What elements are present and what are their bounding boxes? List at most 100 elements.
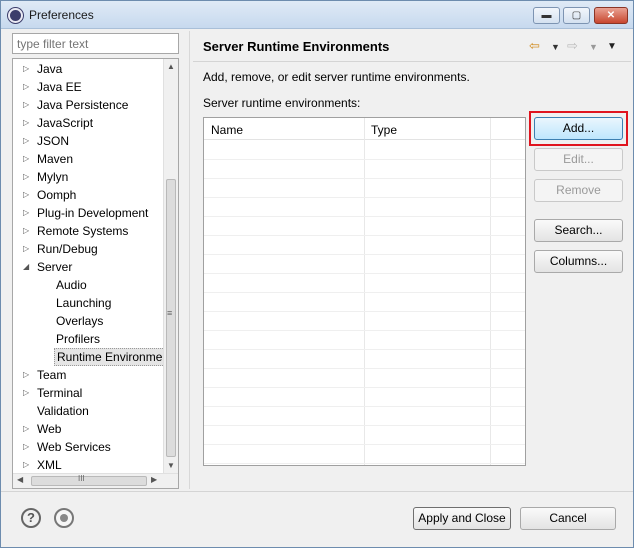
cancel-button[interactable]: Cancel (520, 507, 616, 530)
tree-item-label: Java Persistence (37, 98, 129, 112)
eclipse-icon (8, 8, 23, 23)
tree-item-label: Launching (56, 296, 112, 310)
collapsed-arrow-icon[interactable]: ▷ (23, 240, 29, 258)
tree-item-label: Maven (37, 152, 74, 166)
collapsed-arrow-icon[interactable]: ▷ (23, 384, 29, 402)
tree-item[interactable]: ▷ Oomph (13, 186, 165, 204)
table-row-line (204, 425, 525, 426)
tree-item[interactable]: ▷ Team (13, 366, 165, 384)
tree-item[interactable]: ▷ Remote Systems (13, 222, 165, 240)
tree-item[interactable]: ▷ Java EE (13, 78, 165, 96)
tree-item-label: Java (37, 62, 63, 76)
tree-item[interactable]: ▷ Java (13, 60, 165, 78)
tree-item-label: Java EE (37, 80, 82, 94)
tree-item-label: Remote Systems (37, 224, 129, 238)
tree-item[interactable]: ▷ Mylyn (13, 168, 165, 186)
scroll-up-arrow-icon[interactable]: ▲ (167, 62, 175, 71)
collapsed-arrow-icon[interactable]: ▷ (23, 132, 29, 150)
page-description: Add, remove, or edit server runtime envi… (203, 70, 470, 84)
remove-button[interactable]: Remove (534, 179, 623, 202)
grip-icon: ≡ (167, 308, 173, 318)
table-row-line (204, 311, 525, 312)
help-icon[interactable]: ? (21, 508, 41, 528)
column-header-type[interactable]: Type (371, 123, 397, 137)
scroll-left-arrow-icon[interactable]: ◀ (17, 475, 23, 484)
column-header-name[interactable]: Name (211, 123, 243, 137)
page-title: Server Runtime Environments (203, 39, 390, 54)
add-button[interactable]: Add... (534, 117, 623, 140)
runtime-table[interactable]: Name Type (203, 117, 526, 466)
collapsed-arrow-icon[interactable]: ▷ (23, 186, 29, 204)
collapsed-arrow-icon[interactable]: ▷ (23, 78, 29, 96)
scroll-down-arrow-icon[interactable]: ▼ (167, 461, 175, 470)
tree-item[interactable]: Overlays (13, 312, 165, 330)
vertical-scroll-thumb[interactable]: ≡ (166, 179, 176, 457)
tree-item-label: Runtime Environme (54, 348, 166, 366)
tree-item[interactable]: ▷ Web Services (13, 438, 165, 456)
filter-input[interactable] (12, 33, 179, 54)
tree-item-label: Profilers (56, 332, 101, 346)
collapsed-arrow-icon[interactable]: ▷ (23, 420, 29, 438)
maximize-button[interactable]: ▢ (563, 7, 590, 24)
tree-item[interactable]: Audio (13, 276, 165, 294)
collapsed-arrow-icon[interactable]: ▷ (23, 168, 29, 186)
expanded-arrow-icon[interactable]: ◢ (23, 258, 29, 276)
collapsed-arrow-icon[interactable]: ▷ (23, 456, 29, 474)
tree-item[interactable]: ▷ Java Persistence (13, 96, 165, 114)
table-row-line (204, 463, 525, 464)
tree-horizontal-scrollbar[interactable]: ◀ III ▶ (13, 473, 178, 488)
view-menu-icon[interactable]: ▼ (607, 41, 617, 52)
tree-item-label: Audio (56, 278, 87, 292)
collapsed-arrow-icon[interactable]: ▷ (23, 114, 29, 132)
tree-item-label: Terminal (37, 386, 83, 400)
tree-item[interactable]: ▷ Maven (13, 150, 165, 168)
back-history-dropdown-icon[interactable]: ▼ (551, 42, 560, 52)
tree-item[interactable]: ▷ JSON (13, 132, 165, 150)
close-button[interactable]: ✕ (594, 7, 628, 24)
forward-arrow-icon[interactable]: ⇨ (567, 38, 578, 54)
tree-item-label: Oomph (37, 188, 77, 202)
tree-item-label: JavaScript (37, 116, 94, 130)
tree-item[interactable]: Profilers (13, 330, 165, 348)
table-row-line (204, 159, 525, 160)
forward-history-dropdown-icon[interactable]: ▼ (589, 42, 598, 52)
table-row-line (204, 235, 525, 236)
collapsed-arrow-icon[interactable]: ▷ (23, 222, 29, 240)
tree-item-label: Overlays (56, 314, 104, 328)
tree-item[interactable]: ▷ Run/Debug (13, 240, 165, 258)
scroll-right-arrow-icon[interactable]: ▶ (151, 475, 157, 484)
runtime-list-label: Server runtime environments: (203, 96, 361, 110)
search-button[interactable]: Search... (534, 219, 623, 242)
collapsed-arrow-icon[interactable]: ▷ (23, 96, 29, 114)
tree-item[interactable]: ◢ Server (13, 258, 165, 276)
collapsed-arrow-icon[interactable]: ▷ (23, 204, 29, 222)
header-separator (193, 61, 631, 62)
collapsed-arrow-icon[interactable]: ▷ (23, 60, 29, 78)
table-row-line (204, 197, 525, 198)
collapsed-arrow-icon[interactable]: ▷ (23, 438, 29, 456)
table-row-line (204, 368, 525, 369)
collapsed-arrow-icon[interactable]: ▷ (23, 150, 29, 168)
back-arrow-icon[interactable]: ⇦ (529, 38, 540, 54)
tree-item[interactable]: ▷ JavaScript (13, 114, 165, 132)
oomph-record-icon[interactable] (54, 508, 74, 528)
tree-vertical-scrollbar[interactable]: ▲ ≡ ▼ (163, 59, 178, 473)
collapsed-arrow-icon[interactable]: ▷ (23, 366, 29, 384)
minimize-button[interactable]: ▬ (533, 7, 560, 24)
tree-item[interactable]: ▷ XML (13, 456, 165, 474)
tree-item[interactable]: ▷ Plug-in Development (13, 204, 165, 222)
tree-item[interactable]: Validation (13, 402, 165, 420)
horizontal-scroll-thumb[interactable]: III (31, 474, 147, 486)
tree-item[interactable]: ▷ Web (13, 420, 165, 438)
columns-button[interactable]: Columns... (534, 250, 623, 273)
tree-item[interactable]: Runtime Environme (13, 348, 166, 366)
title-bar[interactable]: Preferences ▬ ▢ ✕ (1, 1, 633, 29)
tree-item[interactable]: ▷ Terminal (13, 384, 165, 402)
tree-item-label: Mylyn (37, 170, 69, 184)
panel-divider[interactable] (189, 31, 190, 489)
tree-item-label: Run/Debug (37, 242, 98, 256)
tree-item[interactable]: Launching (13, 294, 165, 312)
table-row-line (204, 387, 525, 388)
edit-button[interactable]: Edit... (534, 148, 623, 171)
apply-and-close-button[interactable]: Apply and Close (413, 507, 511, 530)
